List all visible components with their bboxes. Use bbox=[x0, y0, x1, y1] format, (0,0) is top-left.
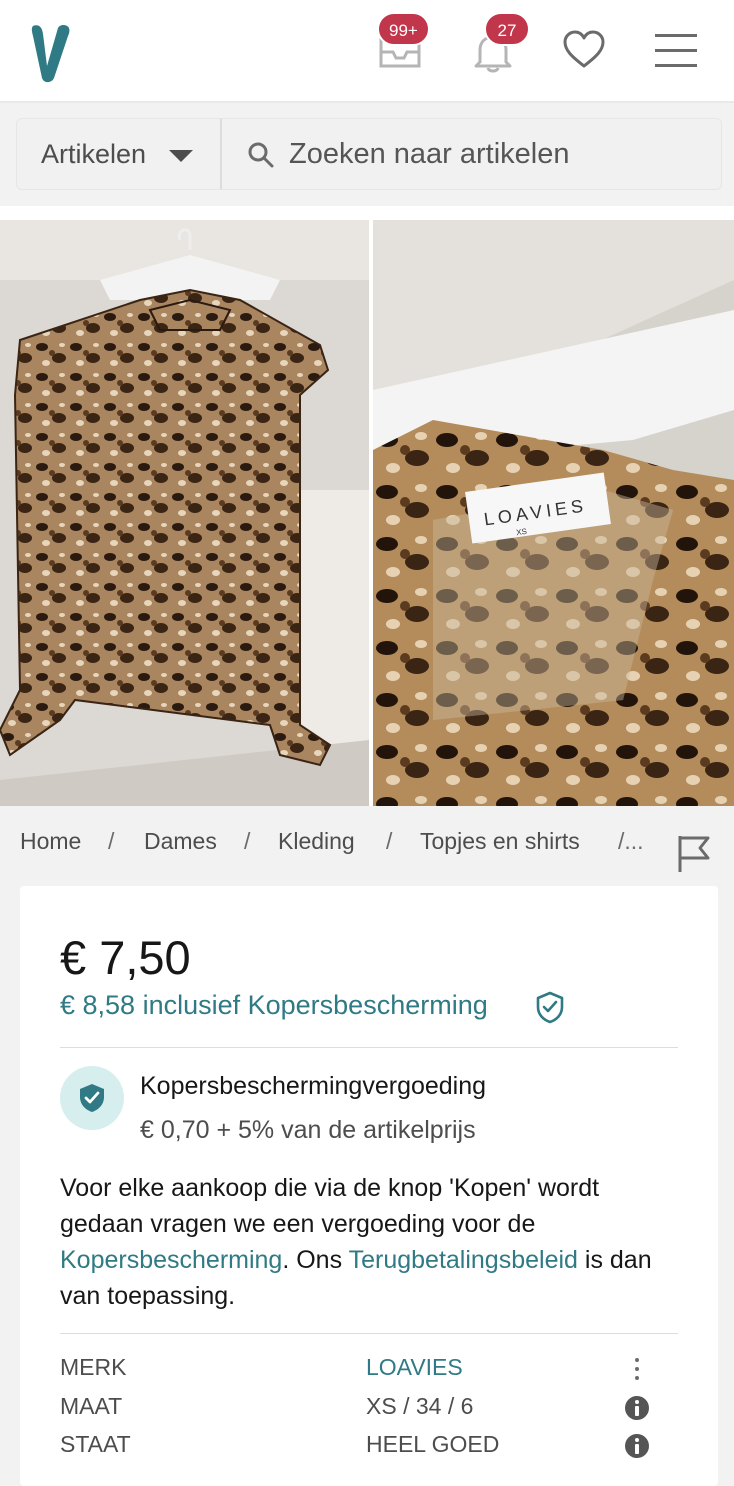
buyer-protection-link[interactable]: Kopersbescherming bbox=[60, 1246, 282, 1274]
chevron-down-icon bbox=[169, 150, 193, 162]
detail-label: MERK bbox=[60, 1354, 127, 1380]
breadcrumb: Home / Dames / Kleding / Topjes en shirt… bbox=[20, 828, 660, 862]
breadcrumb-dames[interactable]: Dames bbox=[144, 828, 217, 855]
brand-link[interactable]: LOAVIES bbox=[366, 1354, 463, 1381]
category-dropdown[interactable]: Artikelen bbox=[17, 119, 222, 189]
protection-description: Voor elke aankoop die via de knop 'Kopen… bbox=[60, 1170, 680, 1314]
search-bar: Artikelen bbox=[16, 118, 722, 190]
protection-badge bbox=[60, 1066, 124, 1130]
inbox-badge: 99+ bbox=[377, 12, 430, 46]
item-details-card: € 7,50 € 8,58 inclusief Kopersbeschermin… bbox=[20, 886, 718, 1486]
info-icon[interactable] bbox=[624, 1395, 650, 1421]
notifications-badge: 27 bbox=[484, 12, 530, 46]
fee-title: Kopersbeschermingvergoeding bbox=[140, 1072, 487, 1100]
breadcrumb-separator: / bbox=[386, 828, 393, 854]
breadcrumb-topjes[interactable]: Topjes en shirts bbox=[420, 828, 580, 855]
desc-text: . Ons bbox=[282, 1246, 349, 1274]
divider bbox=[60, 1333, 678, 1334]
fee-detail: € 0,70 + 5% van de artikelprijs bbox=[140, 1116, 476, 1144]
breadcrumb-separator: / bbox=[108, 828, 115, 854]
info-icon[interactable] bbox=[624, 1433, 650, 1459]
product-photo-2[interactable]: LOAVIES XS bbox=[373, 220, 734, 806]
detail-row-size: MAAT XS / 34 / 6 bbox=[60, 1393, 678, 1429]
refund-policy-link[interactable]: Terugbetalingsbeleid bbox=[349, 1246, 578, 1274]
shield-icon[interactable] bbox=[534, 990, 566, 1024]
heart-icon[interactable] bbox=[561, 26, 607, 72]
menu-icon[interactable] bbox=[653, 28, 699, 74]
report-flag-icon[interactable] bbox=[676, 832, 712, 874]
top-header: 99+ 27 bbox=[0, 0, 734, 103]
breadcrumb-home[interactable]: Home bbox=[20, 828, 81, 855]
divider bbox=[60, 1047, 678, 1048]
detail-row-brand: MERK LOAVIES bbox=[60, 1354, 678, 1390]
search-icon bbox=[248, 142, 274, 168]
detail-label: MAAT bbox=[60, 1393, 123, 1419]
vinted-logo[interactable] bbox=[30, 22, 72, 84]
photo-gallery: LOAVIES XS bbox=[0, 206, 734, 806]
desc-text: Voor elke aankoop die via de knop 'Kopen… bbox=[60, 1174, 600, 1238]
detail-value: XS / 34 / 6 bbox=[366, 1393, 474, 1419]
item-price: € 7,50 bbox=[60, 931, 191, 984]
search-input[interactable] bbox=[289, 129, 709, 179]
breadcrumb-overflow[interactable]: /... bbox=[618, 828, 644, 855]
detail-row-condition: STAAT HEEL GOED bbox=[60, 1431, 678, 1467]
category-label: Artikelen bbox=[41, 139, 147, 169]
shield-check-icon bbox=[80, 1084, 104, 1112]
product-photo-1[interactable] bbox=[0, 220, 369, 806]
price-incl-protection[interactable]: € 8,58 inclusief Kopersbescherming bbox=[60, 990, 488, 1021]
photo-label-size: XS bbox=[516, 527, 528, 537]
breadcrumb-separator: / bbox=[244, 828, 251, 854]
breadcrumb-kleding[interactable]: Kleding bbox=[278, 828, 355, 855]
more-vertical-icon[interactable] bbox=[624, 1356, 650, 1382]
